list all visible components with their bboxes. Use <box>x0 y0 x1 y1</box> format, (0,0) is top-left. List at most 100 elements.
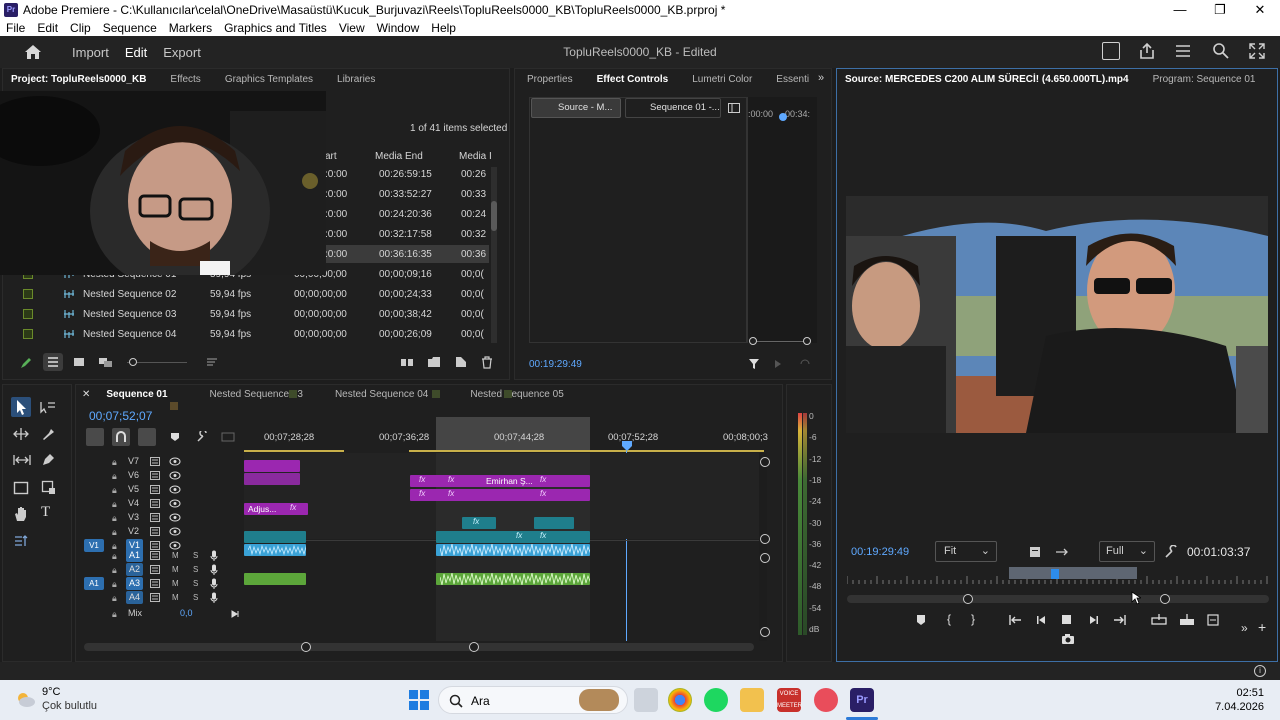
taskbar-search[interactable]: Ara <box>438 686 628 714</box>
eye-icon[interactable] <box>169 513 181 522</box>
label-color-swatch[interactable] <box>23 329 33 339</box>
selection-tool[interactable] <box>11 397 31 417</box>
eye-icon[interactable] <box>169 457 181 466</box>
sync-lock-icon[interactable] <box>150 471 160 480</box>
zoom-handle-left[interactable] <box>963 594 973 604</box>
track-label[interactable]: V4 <box>128 497 139 510</box>
pen-tool[interactable] <box>41 453 55 467</box>
track-label[interactable]: V5 <box>128 483 139 496</box>
eye-icon[interactable] <box>169 527 181 536</box>
mute-button[interactable]: M <box>172 565 179 574</box>
ec-zoom-handle-right[interactable] <box>803 337 811 345</box>
sync-lock-icon[interactable] <box>150 579 160 588</box>
linked-selection-button[interactable] <box>138 428 156 446</box>
mark-out-icon[interactable]: } <box>971 612 975 626</box>
clip-v5[interactable]: Emirhan Ş... <box>410 475 590 487</box>
clip-v1-a[interactable] <box>244 531 306 543</box>
timeline-vscroll[interactable] <box>759 453 767 641</box>
track-label[interactable]: V6 <box>128 469 139 482</box>
filter-icon[interactable] <box>748 358 760 370</box>
lock-icon[interactable]: 🔒︎ <box>112 593 117 604</box>
step-forward-icon[interactable] <box>1087 614 1099 626</box>
home-icon[interactable] <box>24 44 42 60</box>
slip-tool[interactable] <box>13 454 31 466</box>
weather-icon[interactable] <box>14 688 36 710</box>
track-label[interactable]: A4 <box>126 591 144 604</box>
mute-button[interactable]: M <box>172 551 179 560</box>
clip-a1-b[interactable] <box>436 544 590 556</box>
source-patch-a[interactable]: A1 <box>84 577 104 590</box>
more-buttons-icon[interactable]: » <box>1241 621 1248 635</box>
ec-zoom-bar[interactable] <box>753 341 809 342</box>
share-icon[interactable] <box>1138 42 1156 60</box>
lock-icon[interactable]: 🔒︎ <box>112 471 117 482</box>
premiere-taskbar-icon[interactable]: Pr <box>850 688 874 712</box>
source-zoom-bar[interactable] <box>847 595 1269 603</box>
go-to-in-icon[interactable] <box>1008 614 1022 626</box>
go-to-out-icon[interactable] <box>1113 614 1127 626</box>
audio-track-header[interactable]: A1 🔒︎ A3 M S <box>76 577 244 591</box>
mute-button[interactable]: M <box>172 579 179 588</box>
label-color-swatch[interactable] <box>23 289 33 299</box>
clip-a1-a[interactable] <box>244 544 306 556</box>
track-label[interactable]: V2 <box>128 525 139 538</box>
menu-window[interactable]: Window <box>371 21 426 35</box>
nav-import[interactable]: Import <box>72 45 109 60</box>
step-back-icon[interactable] <box>1036 614 1048 626</box>
voicemeeter-icon[interactable]: VOICE MEETER <box>777 688 802 712</box>
new-item-icon[interactable] <box>455 356 467 368</box>
ec-timecode[interactable]: 00:19:29:49 <box>529 359 582 370</box>
rectangle-tool[interactable] <box>13 481 29 495</box>
workspaces-icon[interactable] <box>1175 43 1191 59</box>
video-track-header[interactable]: 🔒︎ V7 <box>76 455 244 469</box>
razor-tool[interactable] <box>41 427 55 441</box>
clip-v2-b[interactable] <box>534 517 574 529</box>
insert-clip-icon[interactable] <box>1151 613 1167 627</box>
audio-track-header[interactable]: 🔒︎ A4 M S <box>76 591 244 605</box>
effect-timeline[interactable] <box>747 97 817 343</box>
hand-tool[interactable] <box>13 506 29 522</box>
tab-lumetri-color[interactable]: Lumetri Color <box>680 74 764 85</box>
tab-effects[interactable]: Effects <box>158 74 212 85</box>
sequence-row[interactable]: Nested Sequence 02 59,94 fps 00;00;00;00… <box>3 285 489 303</box>
wrench-icon[interactable] <box>1164 545 1178 559</box>
clip-v1-b[interactable] <box>436 531 590 543</box>
tab-source[interactable]: Source: MERCEDES C200 ALIM SÜRECİ! (4.65… <box>837 74 1141 85</box>
more-tabs-icon[interactable]: » <box>818 72 824 84</box>
settings-toggle-icon[interactable] <box>1029 546 1041 558</box>
track-label[interactable]: A1 <box>126 549 144 562</box>
ec-zoom-handle-left[interactable] <box>749 337 757 345</box>
video-track-header[interactable]: 🔒︎ V6 <box>76 469 244 483</box>
tab-sequence-01[interactable]: Sequence 01 <box>102 389 179 400</box>
freeform-view-button[interactable] <box>98 357 114 367</box>
track-label[interactable]: V7 <box>128 455 139 468</box>
track-label[interactable]: A2 <box>126 563 144 576</box>
ec-playhead[interactable] <box>779 113 787 121</box>
generative-extend-tool[interactable] <box>13 533 29 549</box>
overwrite-clip-icon[interactable] <box>1179 613 1195 627</box>
stop-icon[interactable] <box>1062 615 1071 624</box>
snap-button[interactable] <box>112 428 130 446</box>
track-label[interactable]: A3 <box>126 577 144 590</box>
fullscreen-icon[interactable] <box>1248 42 1266 60</box>
lock-icon[interactable]: 🔒︎ <box>112 609 117 620</box>
mark-in-icon[interactable]: { <box>947 612 951 626</box>
sync-lock-icon[interactable] <box>150 551 160 560</box>
microphone-icon[interactable] <box>210 550 218 562</box>
timeline-ruler[interactable]: 00;07;28;28 00;07;36;28 00;07;44;28 00;0… <box>244 417 768 452</box>
hscroll-handle-left[interactable] <box>301 642 311 652</box>
lock-icon[interactable]: 🔒︎ <box>112 551 117 562</box>
sync-lock-icon[interactable] <box>150 565 160 574</box>
solo-button[interactable]: S <box>193 551 198 560</box>
solo-button[interactable]: S <box>193 579 198 588</box>
maximize-button[interactable]: ❐ <box>1200 0 1240 19</box>
timeline-settings-icon[interactable] <box>196 431 208 443</box>
microphone-icon[interactable] <box>210 578 218 590</box>
lock-icon[interactable]: 🔒︎ <box>112 499 117 510</box>
solo-button[interactable]: S <box>193 593 198 602</box>
sort-icon[interactable] <box>206 357 218 367</box>
menu-edit[interactable]: Edit <box>31 21 64 35</box>
quality-dropdown[interactable]: Full ⌄ <box>1099 541 1155 562</box>
list-view-button[interactable] <box>43 353 63 371</box>
eye-icon[interactable] <box>169 471 181 480</box>
